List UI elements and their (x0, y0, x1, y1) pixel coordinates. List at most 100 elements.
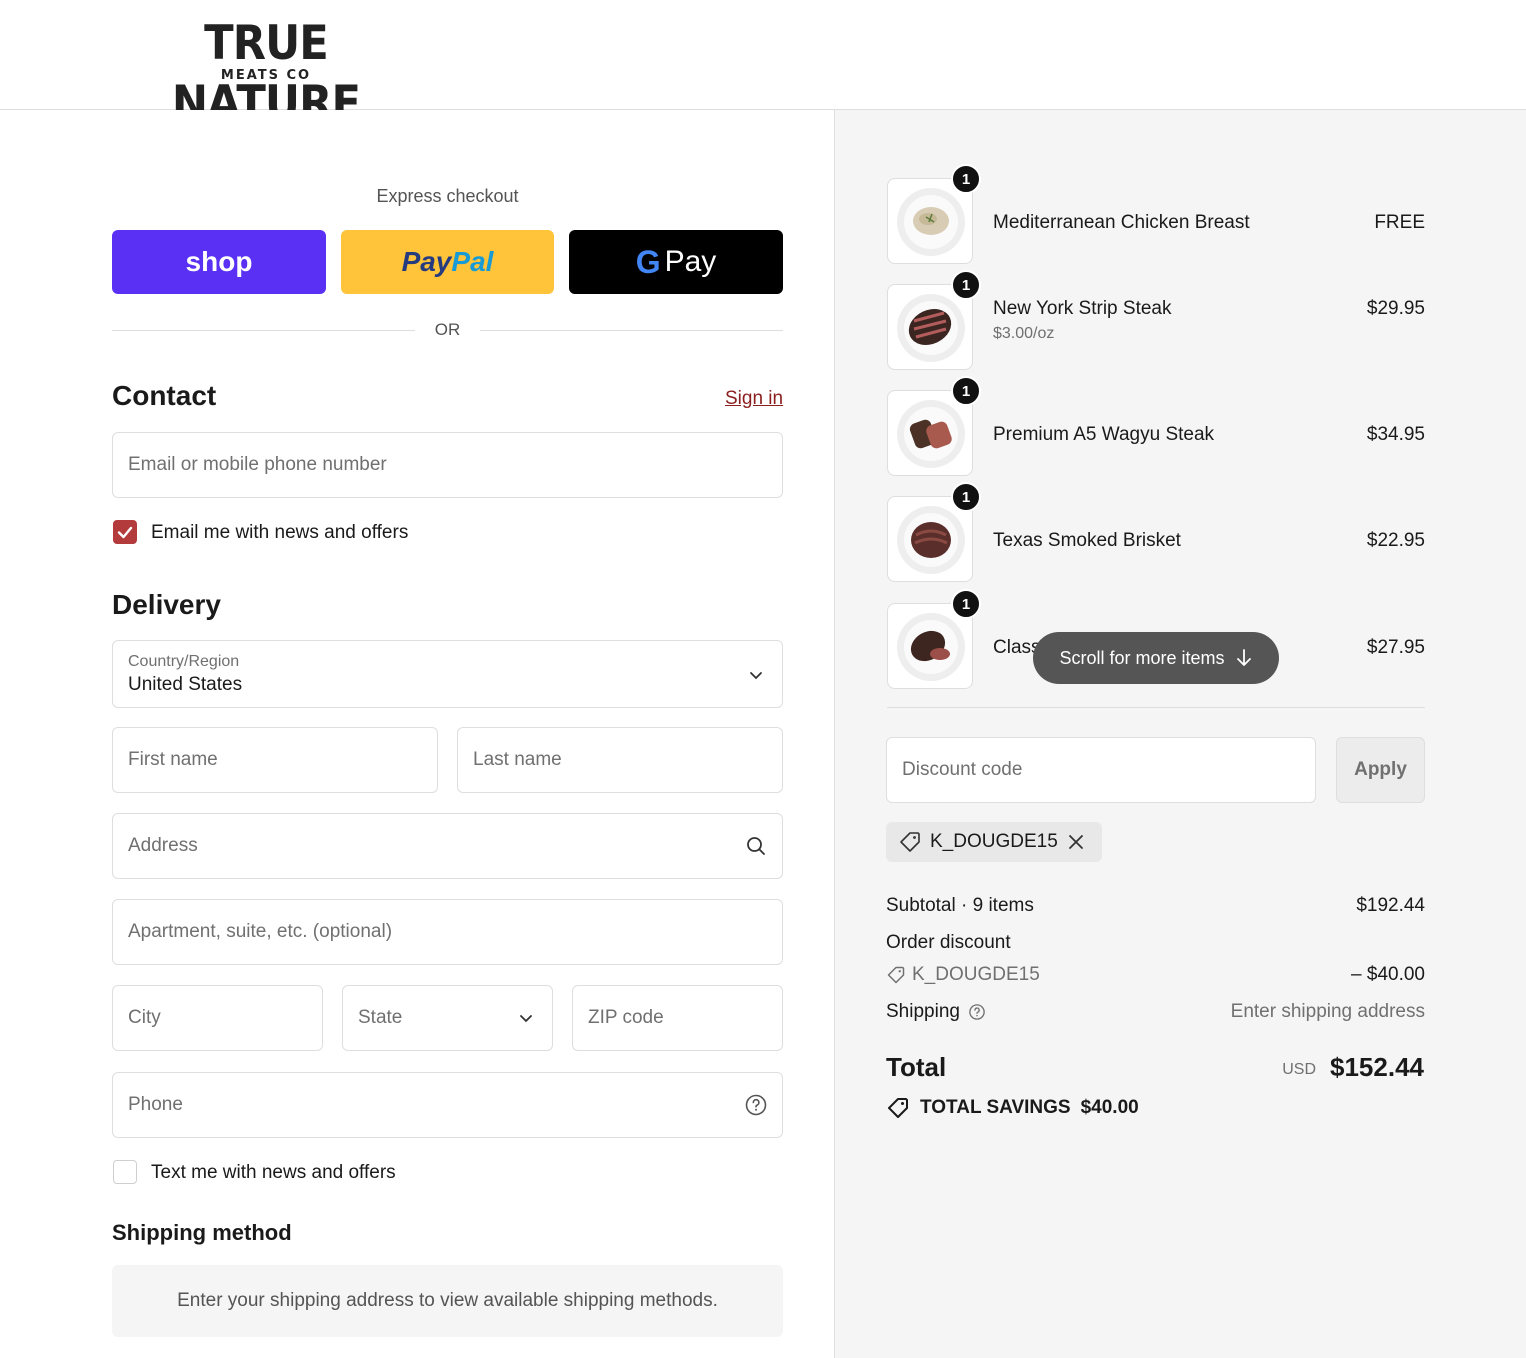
sign-in-link[interactable]: Sign in (725, 388, 783, 410)
email-news-label: Email me with news and offers (151, 522, 409, 543)
shipping-method-note: Enter your shipping address to view avai… (112, 1265, 783, 1337)
order-summary: 1 Mediterranean Chicken Breast FREE 1 Ne… (834, 110, 1526, 1358)
item-price: $27.95 (1366, 637, 1425, 658)
address-field[interactable]: Address (112, 813, 783, 879)
item-name: Mediterranean Chicken Breast (993, 212, 1250, 233)
delivery-heading: Delivery (112, 589, 221, 620)
item-name: Premium A5 Wagyu Steak (993, 424, 1215, 445)
zip-code-field[interactable]: ZIP code (572, 985, 783, 1051)
subtotal-label: Subtotal · 9 items (886, 895, 1034, 916)
total-savings: TOTAL SAVINGS $40.00 (886, 1096, 1139, 1120)
checkout-form: Express checkout shop Pay Pal G Pay OR Co… (0, 110, 834, 1358)
zip-code-placeholder: ZIP code (588, 1007, 664, 1028)
order-discount-code-text: K_DOUGDE15 (912, 964, 1040, 985)
brand-logo[interactable]: TRUE NATURE MEATS CO (110, 14, 422, 131)
brand-logo-subtitle: MEATS CO (220, 68, 312, 83)
close-icon[interactable] (1066, 832, 1086, 852)
cart-item: 1 Texas Smoked Brisket $22.95 (887, 482, 1425, 584)
shipping-label-group: Shipping (886, 1001, 986, 1023)
subtotal-value: $192.44 (1356, 895, 1425, 916)
state-placeholder: State (358, 1007, 403, 1028)
email-field[interactable]: Email or mobile phone number (112, 432, 783, 498)
item-price: $34.95 (1366, 424, 1425, 445)
shipping-label: Shipping (886, 1001, 960, 1022)
total-currency: USD (1282, 1061, 1316, 1078)
apartment-field[interactable]: Apartment, suite, etc. (optional) (112, 899, 783, 965)
quantity-badge: 1 (951, 270, 981, 300)
state-select[interactable]: State (342, 985, 553, 1051)
first-name-placeholder: First name (128, 749, 218, 770)
cart-item: 1 Premium A5 Wagyu Steak $34.95 (887, 376, 1425, 478)
order-discount-code: K_DOUGDE15 (886, 964, 1040, 986)
help-circle-icon[interactable] (968, 1003, 986, 1021)
applied-discount-code: K_DOUGDE15 (930, 831, 1058, 852)
order-discount-value: – $40.00 (1351, 964, 1425, 985)
or-label: OR (434, 320, 461, 339)
total-savings-label: TOTAL SAVINGS (920, 1097, 1071, 1118)
sms-news-label: Text me with news and offers (151, 1162, 396, 1183)
last-name-field[interactable]: Last name (457, 727, 783, 793)
item-name: Texas Smoked Brisket (993, 530, 1181, 551)
chevron-down-icon (750, 672, 762, 680)
last-name-placeholder: Last name (473, 749, 562, 770)
shipping-row: Shipping Enter shipping address (886, 1001, 1425, 1023)
country-label: Country/Region (128, 653, 240, 670)
scroll-for-more-button[interactable]: Scroll for more items (1033, 632, 1279, 684)
order-discount-code-row: K_DOUGDE15 – $40.00 (886, 964, 1425, 991)
or-divider: OR (112, 318, 783, 342)
email-placeholder: Email or mobile phone number (128, 454, 387, 475)
paypal-button[interactable]: Pay Pal (341, 230, 554, 294)
shop-pay-label: shop (185, 246, 253, 277)
applied-discount-chip: K_DOUGDE15 (886, 822, 1102, 862)
city-field[interactable]: City (112, 985, 323, 1051)
google-g-icon: G (635, 243, 661, 280)
shop-pay-button[interactable]: shop (112, 230, 326, 294)
page-header: TRUE NATURE MEATS CO (0, 0, 1526, 131)
subtotal-row: Subtotal · 9 items $192.44 (886, 895, 1425, 917)
order-discount-row: Order discount (886, 932, 1425, 954)
google-pay-button[interactable]: G Pay (569, 230, 783, 294)
shipping-method-heading: Shipping method (112, 1220, 292, 1245)
cart-item: 1 New York Strip Steak $3.00/oz $29.95 (887, 270, 1425, 372)
discount-code-field[interactable]: Discount code (886, 737, 1316, 803)
discount-code-placeholder: Discount code (902, 759, 1023, 780)
phone-placeholder: Phone (128, 1094, 183, 1115)
chevron-down-icon (520, 1015, 532, 1023)
tag-icon (900, 832, 920, 852)
apply-discount-button[interactable]: Apply (1336, 737, 1425, 803)
cart-item: 1 Mediterranean Chicken Breast FREE (887, 164, 1425, 266)
quantity-badge: 1 (951, 164, 981, 194)
total-savings-value: $40.00 (1080, 1097, 1139, 1118)
address-placeholder: Address (128, 835, 198, 856)
sms-news-checkbox[interactable] (113, 1160, 137, 1184)
first-name-field[interactable]: First name (112, 727, 438, 793)
shipping-value: Enter shipping address (1230, 1001, 1425, 1022)
quantity-badge: 1 (951, 482, 981, 512)
phone-field[interactable]: Phone (112, 1072, 783, 1138)
tag-icon (887, 966, 905, 984)
scroll-hint-label: Scroll for more items (1059, 647, 1225, 668)
contact-heading: Contact (112, 380, 217, 411)
check-icon (117, 526, 133, 539)
country-select[interactable]: Country/Region United States (112, 640, 783, 708)
item-unit-price: $3.00/oz (993, 325, 1055, 342)
item-name: New York Strip Steak (993, 298, 1172, 319)
city-placeholder: City (128, 1007, 161, 1028)
order-discount-label: Order discount (886, 932, 1011, 953)
quantity-badge: 1 (951, 589, 981, 619)
arrow-down-icon (1236, 649, 1251, 666)
search-icon[interactable] (744, 834, 768, 858)
items-divider (887, 707, 1425, 708)
country-value: United States (128, 674, 243, 695)
google-pay-label: Pay (664, 245, 717, 278)
total-label: Total (886, 1052, 947, 1082)
paypal-label-part1: Pay (401, 246, 452, 277)
help-circle-icon[interactable] (744, 1093, 768, 1117)
apartment-placeholder: Apartment, suite, etc. (optional) (128, 921, 393, 942)
total-value: $152.44 (1330, 1052, 1424, 1082)
tag-icon (888, 1098, 908, 1118)
item-price: $29.95 (1366, 298, 1425, 319)
email-news-checkbox[interactable] (113, 520, 137, 544)
item-price: $22.95 (1366, 530, 1425, 551)
express-checkout-title: Express checkout (376, 186, 519, 206)
